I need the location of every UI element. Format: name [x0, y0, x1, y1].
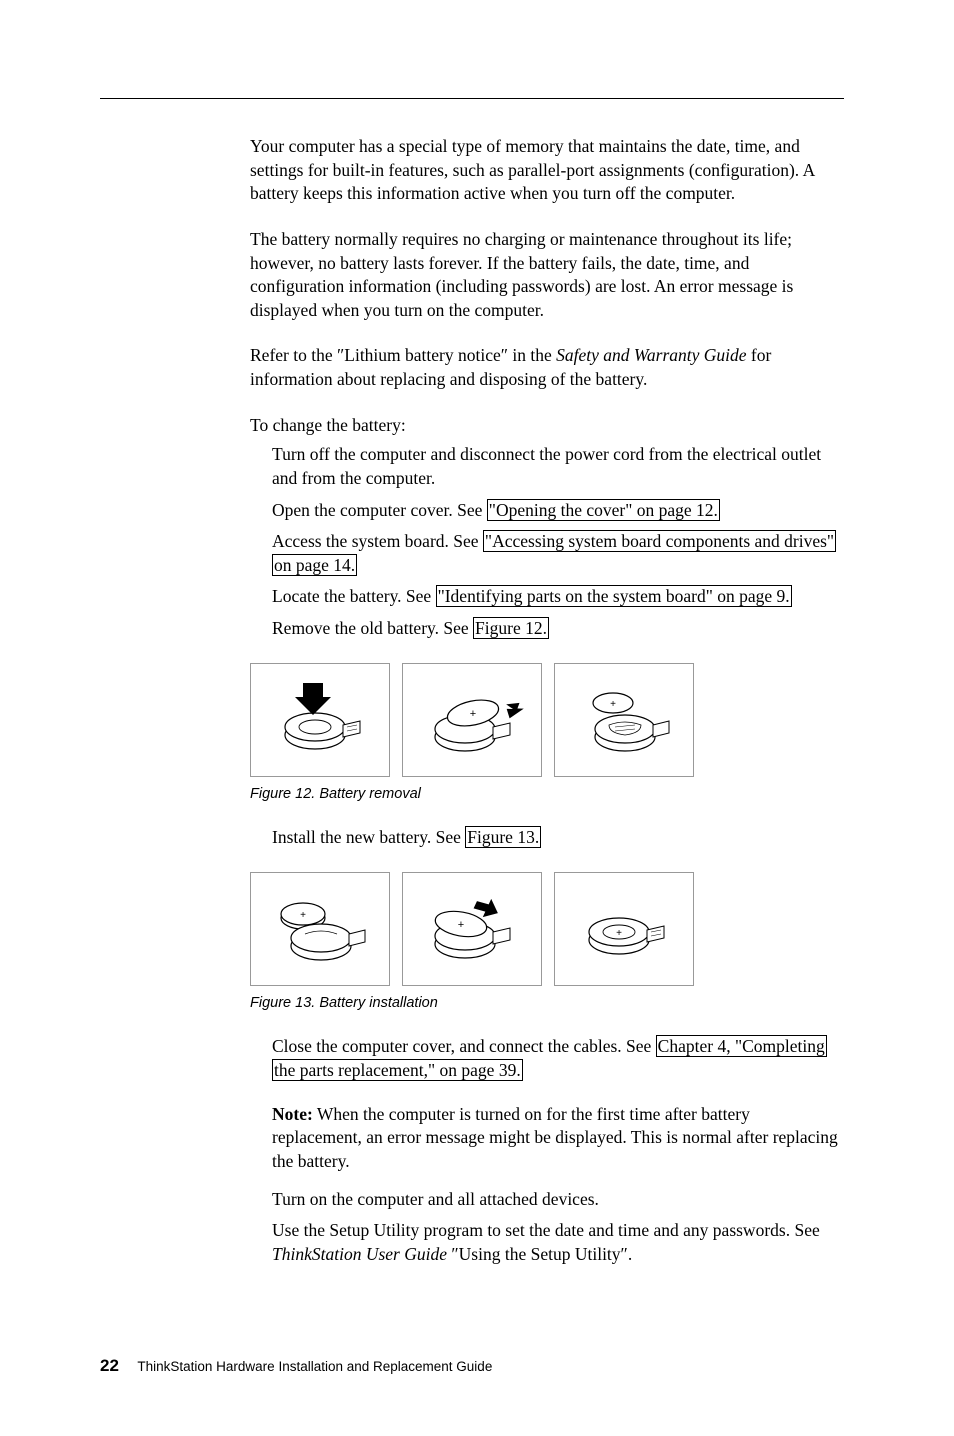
text: Refer to the ″Lithium battery notice″ in… [250, 345, 556, 365]
figure-panel: + [554, 663, 694, 777]
cross-ref-link[interactable]: "Opening the cover" on page 12. [487, 499, 720, 521]
note-block: Note: When the computer is turned on for… [272, 1103, 844, 1174]
cross-ref-link[interactable]: Figure 13. [465, 826, 541, 848]
step-item: Locate the battery. See "Identifying par… [272, 585, 844, 609]
cross-ref-link[interactable]: on page 14. [272, 554, 357, 576]
cross-ref-link[interactable]: "Identifying parts on the system board" … [436, 585, 792, 607]
step-item: Remove the old battery. See Figure 12. [272, 617, 844, 641]
text: Open the computer cover. See [272, 500, 487, 520]
doc-title: Safety and Warranty Guide [556, 345, 746, 365]
text: Use the Setup Utility program to set the… [272, 1220, 820, 1240]
steps-list: Install the new battery. See Figure 13. [272, 826, 844, 850]
step-item: Access the system board. See "Accessing … [272, 530, 844, 577]
step-item: Install the new battery. See Figure 13. [272, 826, 844, 850]
step-item: Open the computer cover. See "Opening th… [272, 499, 844, 523]
svg-text:+: + [616, 928, 622, 939]
cross-ref-link[interactable]: the parts replacement," on page 39. [272, 1059, 523, 1081]
text: Install the new battery. See [272, 827, 465, 847]
cross-ref-link[interactable]: Figure 12. [473, 617, 549, 639]
svg-text:+: + [458, 919, 464, 931]
note-text: When the computer is turned on for the f… [272, 1104, 838, 1171]
battery-removal-icon: + [569, 675, 679, 765]
figure-caption: Figure 12. Battery removal [100, 785, 844, 805]
svg-text:+: + [470, 708, 476, 720]
cross-ref-link[interactable]: Chapter 4, "Completing [656, 1035, 827, 1057]
body-content: Your computer has a special type of memo… [250, 135, 844, 1266]
figure-12: + + [100, 663, 844, 777]
page-footer: 22 ThinkStation Hardware Installation an… [100, 1356, 844, 1376]
battery-install-icon: + [265, 884, 375, 974]
cross-ref-link[interactable]: "Accessing system board components and d… [483, 530, 836, 552]
battery-removal-icon: + [417, 675, 527, 765]
paragraph: To change the battery: [250, 414, 844, 438]
step-item: Close the computer cover, and connect th… [272, 1035, 844, 1082]
step-item: Use the Setup Utility program to set the… [272, 1219, 844, 1266]
text: Access the system board. See [272, 531, 483, 551]
battery-install-icon: + [569, 884, 679, 974]
text: Locate the battery. See [272, 586, 436, 606]
paragraph: Refer to the ″Lithium battery notice″ in… [250, 344, 844, 391]
text: ″Using the Setup Utility″. [447, 1244, 632, 1264]
figure-panel: + [554, 872, 694, 986]
steps-list: Close the computer cover, and connect th… [272, 1035, 844, 1266]
figure-panel [250, 663, 390, 777]
figure-caption: Figure 13. Battery installation [100, 994, 844, 1014]
battery-install-icon: + [417, 884, 527, 974]
header-rule [100, 98, 844, 99]
page-number: 22 [100, 1356, 119, 1375]
paragraph: The battery normally requires no chargin… [250, 228, 844, 323]
paragraph: Your computer has a special type of memo… [250, 135, 844, 206]
svg-text:+: + [300, 910, 306, 921]
note-label: Note: [272, 1104, 313, 1124]
figure-13: + + [100, 872, 844, 986]
figure-panel: + [402, 872, 542, 986]
figure-panel: + [402, 663, 542, 777]
text: Remove the old battery. See [272, 618, 473, 638]
svg-text:+: + [610, 699, 616, 710]
doc-title: ThinkStation User Guide [272, 1244, 447, 1264]
text: Close the computer cover, and connect th… [272, 1036, 656, 1056]
book-title: ThinkStation Hardware Installation and R… [137, 1359, 492, 1374]
battery-removal-icon [265, 675, 375, 765]
step-item: Turn on the computer and all attached de… [272, 1188, 844, 1212]
figure-panel: + [250, 872, 390, 986]
steps-list: Turn off the computer and disconnect the… [272, 443, 844, 640]
step-item: Turn off the computer and disconnect the… [272, 443, 844, 490]
